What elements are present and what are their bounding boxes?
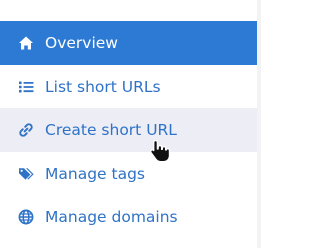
sidebar-item-label: Manage domains (45, 208, 178, 226)
sidebar-item-manage-tags[interactable]: Manage tags (0, 152, 257, 196)
sidebar-item-label: Create short URL (45, 121, 177, 139)
sidebar-item-overview[interactable]: Overview (0, 21, 257, 65)
sidebar-item-label: List short URLs (45, 78, 161, 96)
list-icon (18, 79, 34, 95)
sidebar-item-label: Manage tags (45, 165, 145, 183)
sidebar: Overview List short URLs Create short UR… (0, 0, 257, 248)
sidebar-item-list-short-urls[interactable]: List short URLs (0, 65, 257, 109)
tags-icon (18, 166, 34, 182)
link-icon (18, 122, 34, 138)
sidebar-item-manage-domains[interactable]: Manage domains (0, 195, 257, 239)
sidebar-divider (257, 0, 261, 248)
globe-icon (18, 209, 34, 225)
home-icon (18, 35, 34, 51)
sidebar-item-create-short-url[interactable]: Create short URL (0, 108, 257, 152)
sidebar-item-label: Overview (45, 34, 118, 52)
